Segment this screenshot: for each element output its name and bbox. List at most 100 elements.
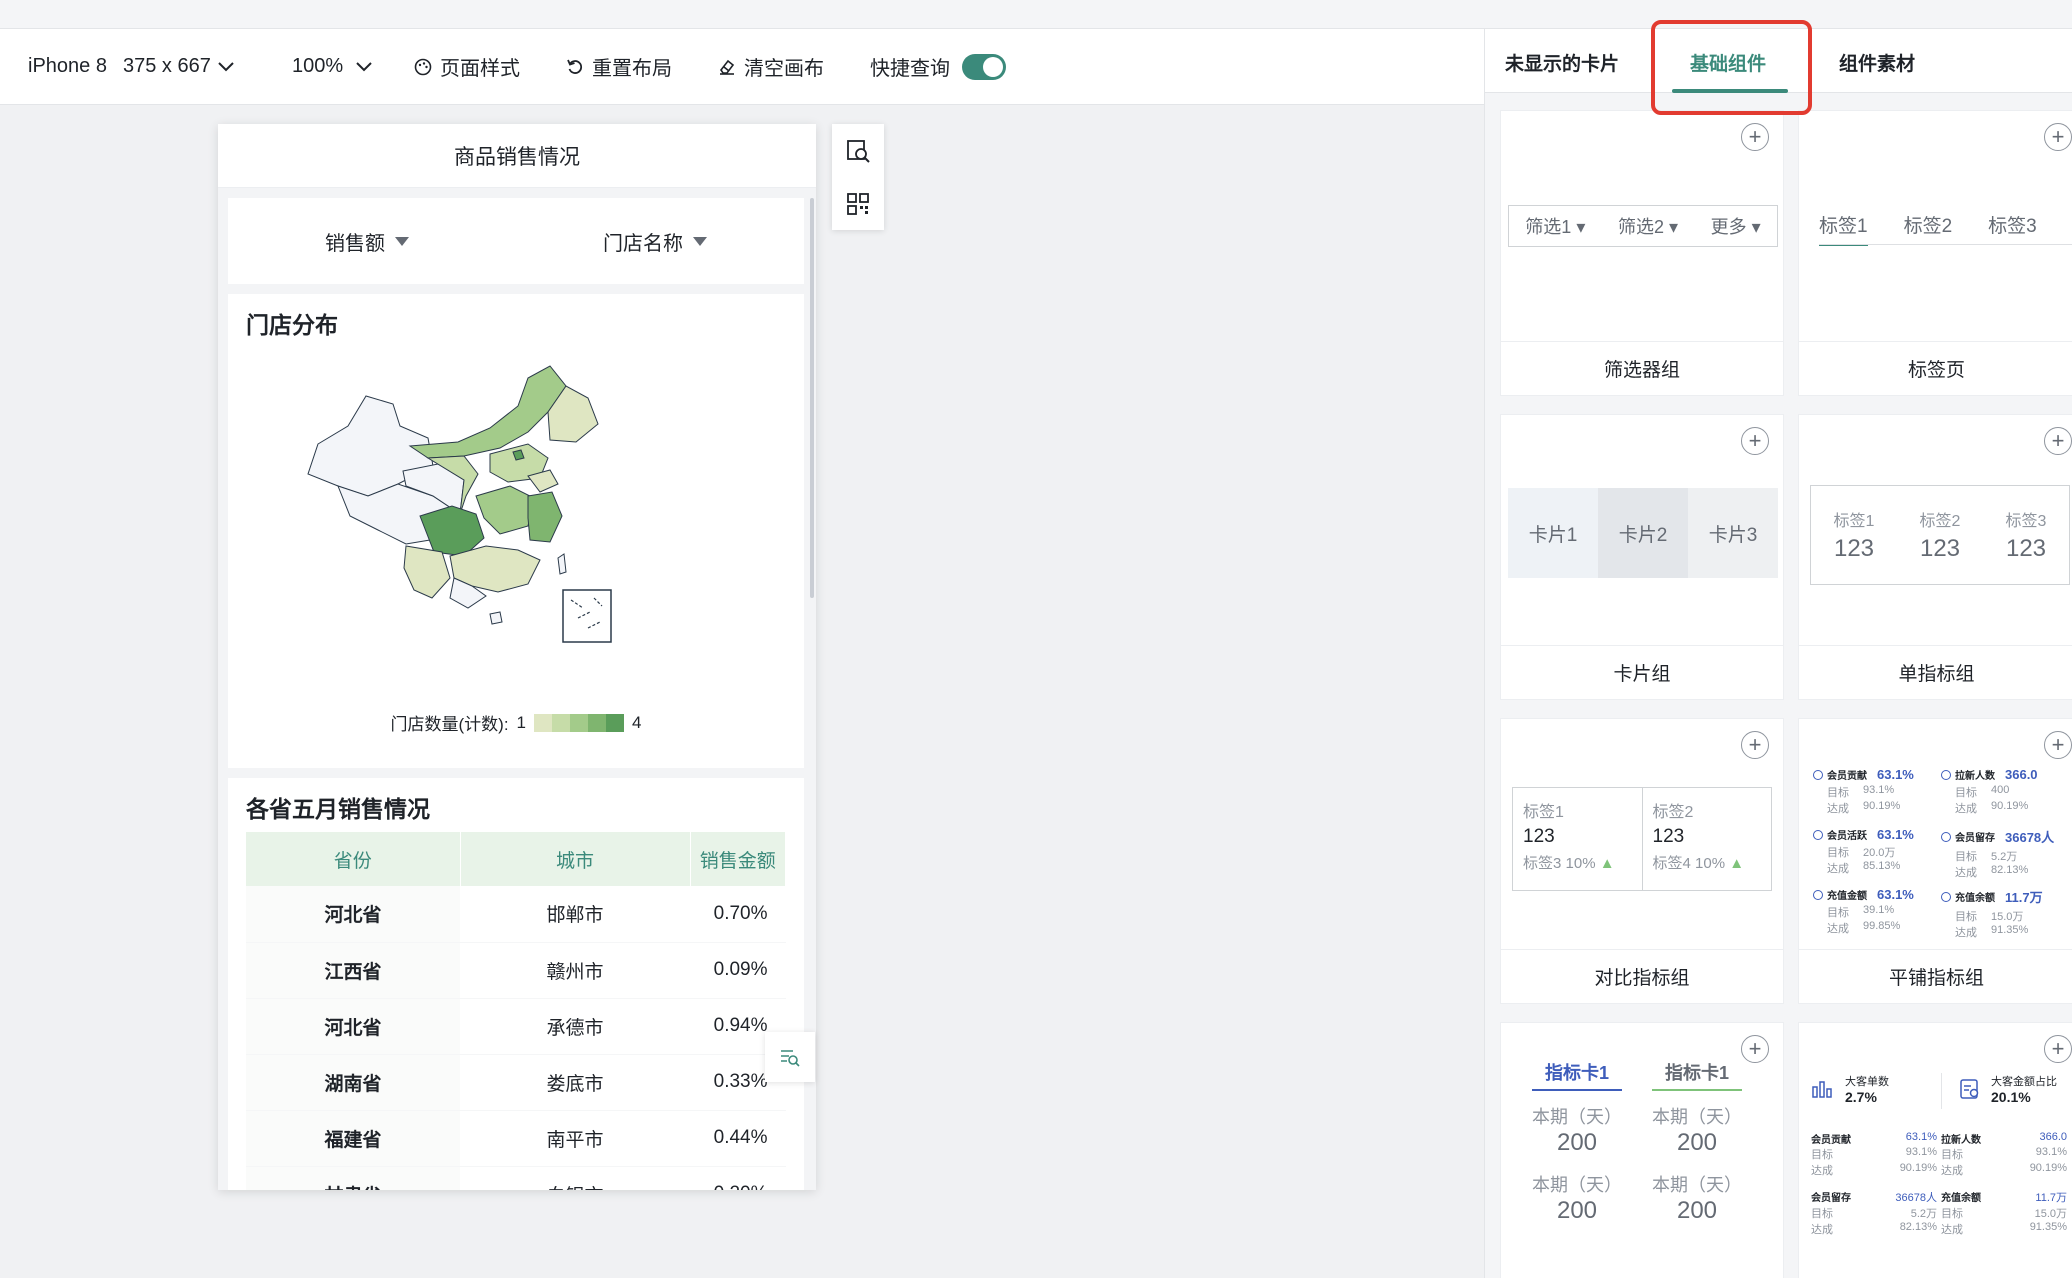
report-icon bbox=[1960, 1079, 1979, 1099]
quick-query-toggle[interactable] bbox=[962, 53, 1006, 80]
preview-summary-metric: 充值余额 11.7万 目标 15.0万 达成 91.35% bbox=[1941, 1192, 2067, 1236]
legend-swatch bbox=[570, 713, 589, 732]
table-row[interactable]: 福建省 南平市 0.44% bbox=[246, 1110, 786, 1167]
eraser-icon bbox=[720, 59, 735, 75]
device-resolution: 375 x 667 bbox=[122, 55, 211, 77]
device-selector[interactable]: iPhone 8 375 x 667 bbox=[28, 55, 235, 78]
preview-summary-metric: 拉新人数 366.0 目标 93.1% 达成 90.19% bbox=[1941, 1131, 2067, 1177]
tile-tiled-metric[interactable]: + 会员贡献 63.1% 目标 93.1% 达成 90.19% 拉新人数 366.0 目标 400… bbox=[1798, 718, 2072, 1004]
table-row[interactable]: 甘肃省白银市0.20% bbox=[246, 1166, 786, 1190]
filter-label: 门店名称 bbox=[603, 232, 683, 255]
clear-canvas-button[interactable]: 清空画布 bbox=[718, 52, 824, 81]
zoom-value: 100% bbox=[292, 55, 344, 77]
cell-city: 娄底市 bbox=[460, 1054, 690, 1111]
cell-province: 甘肃省 bbox=[246, 1166, 460, 1190]
tab-highlight-box bbox=[1651, 20, 1812, 115]
preview-metric-card: 指标卡1 本期（天） 200 本期（天） 200 bbox=[1652, 1059, 1742, 1225]
component-panel: 未显示的卡片 基础组件 组件素材 + 筛选1 ▾ 筛选2 ▾ 更多 ▾ 筛选器组… bbox=[1484, 29, 2072, 1278]
tile-filter-group[interactable]: + 筛选1 ▾ 筛选2 ▾ 更多 ▾ 筛选器组 bbox=[1500, 110, 1784, 396]
filter-label: 销售额 bbox=[325, 232, 385, 255]
device-name: iPhone 8 bbox=[28, 55, 107, 77]
page-style-label: 页面样式 bbox=[440, 58, 520, 80]
metric-icon bbox=[1941, 891, 1951, 902]
tile-preview: 大客单数 2.7% 大客金额占比 20.1% 会员贡献 63.1% 目标 93.1% 达成 9… bbox=[1799, 1023, 2072, 1278]
legend-swatch bbox=[534, 713, 553, 732]
reset-layout-label: 重置布局 bbox=[592, 58, 672, 80]
preview-metric: 标签1 123 bbox=[1833, 513, 1875, 562]
map-region-east[interactable] bbox=[527, 491, 563, 543]
tile-preview: 卡片1 卡片2 卡片3 bbox=[1501, 415, 1783, 645]
canvas-toolbar: iPhone 8 375 x 667 100% 页面样式 重置布局 清空画布 快… bbox=[0, 29, 1484, 105]
map-region-inner-mongolia[interactable] bbox=[408, 365, 567, 459]
legend-swatch bbox=[588, 713, 607, 732]
preview-search-icon[interactable] bbox=[845, 138, 871, 164]
cell-province: 福建省 bbox=[246, 1110, 460, 1167]
preview-card: 卡片3 bbox=[1688, 488, 1778, 578]
reset-layout-button[interactable]: 重置布局 bbox=[566, 52, 672, 81]
map-region-yunnan[interactable] bbox=[403, 545, 451, 599]
filter-search-icon bbox=[781, 1050, 800, 1067]
preview-tab: 标签2 bbox=[1903, 216, 1953, 237]
legend-label: 门店数量(计数): bbox=[390, 715, 509, 734]
tile-tab-page[interactable]: + 标签1 标签2 标签3 标签页 bbox=[1798, 110, 2072, 396]
tile-card-group[interactable]: + 卡片1 卡片2 卡片3 卡片组 bbox=[1500, 414, 1784, 700]
metric-icon bbox=[1813, 889, 1823, 900]
preview-summary-metric: 会员贡献 63.1% 目标 93.1% 达成 90.19% bbox=[1811, 1131, 1937, 1177]
preview-tiled-metric: 会员贡献 63.1% 目标 93.1% 达成 90.19% bbox=[1813, 767, 1937, 816]
page-style-button[interactable]: 页面样式 bbox=[414, 52, 520, 81]
caret-down-icon bbox=[395, 236, 409, 246]
quick-query-float-button[interactable] bbox=[765, 1032, 815, 1082]
quick-query-control: 快捷查询 bbox=[870, 52, 1006, 81]
quick-query-label: 快捷查询 bbox=[870, 58, 950, 80]
table-row[interactable]: 河北省 承德市 0.94% bbox=[246, 998, 786, 1055]
tile-label: 单指标组 bbox=[1799, 645, 2072, 699]
tile-summary-metric[interactable]: + 大客单数 2.7% 大客金额占比 20.1% 会员贡献 63.1% 目标 93.1% 达… bbox=[1798, 1022, 2072, 1278]
undo-icon bbox=[567, 59, 583, 74]
cell-province: 湖南省 bbox=[246, 1054, 460, 1111]
tile-single-metric[interactable]: + 标签1 123 标签2 123 标签3 123 单指标组 bbox=[1798, 414, 2072, 700]
card-preview-row: 卡片1 卡片2 卡片3 bbox=[1508, 488, 1778, 578]
legend-gradient bbox=[534, 713, 625, 732]
cell-amount: 0.09% bbox=[690, 942, 786, 999]
preview-summary-metric: 会员留存 36678人 目标 5.2万 达成 82.13% bbox=[1811, 1192, 1937, 1236]
metric-card-preview: 指标卡1 本期（天） 200 本期（天） 200 指标卡1 本期（天） 200 … bbox=[1517, 1059, 1757, 1225]
metric-icon bbox=[1813, 829, 1823, 840]
column-header-amount[interactable]: 销售金额 bbox=[690, 832, 786, 886]
map-region-central[interactable] bbox=[475, 485, 535, 535]
preview-metric: 标签2 123 bbox=[1919, 513, 1961, 562]
preview-card: 卡片2 bbox=[1598, 488, 1688, 578]
chevron-down-icon bbox=[356, 61, 372, 71]
legend-swatch bbox=[552, 713, 571, 732]
tab-component-assets[interactable]: 组件素材 bbox=[1839, 49, 1915, 76]
tile-label: 对比指标组 bbox=[1501, 949, 1783, 1003]
south-sea-islands bbox=[570, 597, 603, 629]
tile-preview: 标签1 标签2 标签3 bbox=[1799, 111, 2072, 341]
legend-swatch bbox=[606, 713, 625, 732]
summary-head-metric: 大客金额占比 20.1% bbox=[1959, 1073, 2072, 1105]
legend-min: 1 bbox=[516, 712, 527, 732]
tile-compare-metric[interactable]: + 标签1 123 标签3 10% ▲ 标签2 123 标签4 10% ▲ 对比… bbox=[1500, 718, 1784, 1004]
tile-metric-card[interactable]: + 指标卡1 本期（天） 200 本期（天） 200 指标卡1 本期（天） 20… bbox=[1500, 1022, 1784, 1278]
filter-store[interactable]: 门店名称 bbox=[603, 227, 707, 256]
column-header-province[interactable]: 省份 bbox=[246, 832, 461, 886]
filter-sales[interactable]: 销售额 bbox=[325, 227, 409, 256]
province-sales-card: 各省五月销售情况 省份 城市 销售金额 河北省 邯郸市 0.70% 江西省 赣州市 0.… bbox=[228, 778, 804, 1190]
map-region-hainan[interactable] bbox=[489, 611, 503, 625]
map-region-taiwan[interactable] bbox=[557, 553, 567, 575]
column-header-city[interactable]: 城市 bbox=[460, 832, 691, 886]
china-map[interactable] bbox=[228, 346, 804, 666]
preview-card: 卡片1 bbox=[1508, 488, 1598, 578]
tile-preview: 标签1 123 标签2 123 标签3 123 bbox=[1799, 415, 2072, 645]
table-row[interactable]: 江西省 赣州市 0.09% bbox=[246, 942, 786, 999]
qr-code-icon[interactable] bbox=[845, 191, 871, 217]
table-row[interactable]: 河北省 邯郸市 0.70% bbox=[246, 886, 786, 943]
tab-hidden-cards[interactable]: 未显示的卡片 bbox=[1505, 49, 1619, 76]
sales-table: 省份 城市 销售金额 河北省 邯郸市 0.70% 江西省 赣州市 0.09% 河北省 承德… bbox=[246, 832, 786, 1190]
preview-tiled-metric: 会员活跃 63.1% 目标 20.0万 达成 85.13% bbox=[1813, 827, 1937, 876]
zoom-selector[interactable]: 100% bbox=[292, 55, 373, 78]
table-row[interactable]: 湖南省 娄底市 0.33% bbox=[246, 1054, 786, 1111]
tab-preview-row: 标签1 标签2 标签3 bbox=[1819, 211, 2037, 246]
phone-preview: 商品销售情况 销售额 门店名称 门店分布 门店数量(计数): 1 4 各省五月销… bbox=[218, 124, 816, 1190]
phone-scrollbar[interactable] bbox=[810, 198, 814, 598]
map-region-sichuan[interactable] bbox=[419, 505, 485, 557]
